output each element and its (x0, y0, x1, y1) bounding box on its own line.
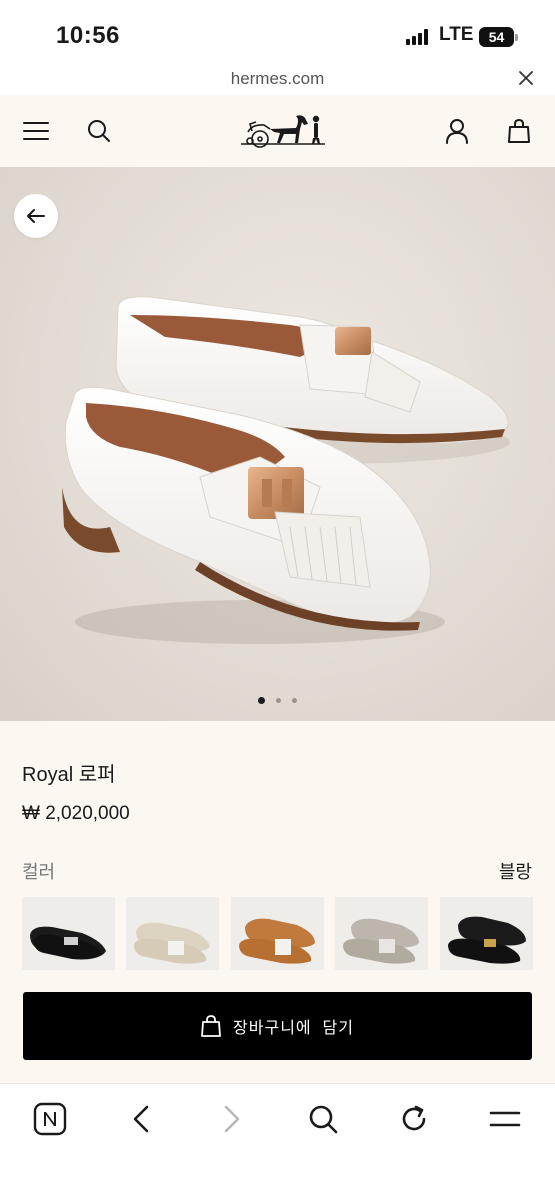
product-name: Royal 로퍼 (22, 764, 116, 786)
gallery-dot[interactable] (292, 698, 297, 703)
forward-chevron-icon[interactable] (212, 1099, 252, 1139)
battery-level: 54 (488, 29, 505, 45)
swatch-black-loafer[interactable] (22, 897, 115, 970)
network-label: LTE (439, 24, 474, 45)
status-bar: 10:56 LTE 54 (0, 0, 555, 62)
search-icon[interactable] (82, 114, 116, 148)
shopping-bag-icon (201, 1015, 221, 1037)
swatch-tan-loafer[interactable] (231, 897, 324, 970)
hamburger-menu-icon[interactable] (19, 114, 53, 148)
product-image-gallery[interactable] (0, 167, 555, 721)
add-to-cart-label: 장바구니에 담기 (233, 1020, 354, 1037)
hermes-carriage-logo[interactable] (238, 106, 328, 154)
search-icon[interactable] (303, 1099, 343, 1139)
add-to-cart-button[interactable]: 장바구니에 담기 (23, 992, 532, 1060)
browser-toolbar (0, 1083, 555, 1200)
user-icon[interactable] (440, 114, 474, 148)
status-time: 10:56 (56, 22, 120, 49)
gallery-dot[interactable] (276, 698, 281, 703)
swatch-grey-loafer[interactable] (335, 897, 428, 970)
refresh-icon[interactable] (394, 1099, 434, 1139)
selected-color: 블랑 (498, 862, 532, 882)
swatch-black-gold-loafer[interactable] (440, 897, 533, 970)
url-domain[interactable]: hermes.com (0, 69, 555, 89)
product-image (62, 296, 510, 644)
gallery-dot[interactable] (258, 697, 265, 704)
signal-strength-icon (406, 29, 430, 45)
gallery-pagination (0, 697, 555, 704)
naver-home-icon[interactable] (30, 1099, 70, 1139)
color-swatches (22, 897, 555, 970)
close-icon[interactable] (514, 66, 538, 90)
color-label: 컬러 (22, 862, 56, 882)
site-header (0, 95, 555, 167)
swatch-beige-loafer[interactable] (126, 897, 219, 970)
arrow-left-icon[interactable] (14, 194, 58, 238)
battery-icon: 54 (479, 27, 518, 47)
back-chevron-icon[interactable] (121, 1099, 161, 1139)
product-price: ₩ 2,020,000 (22, 803, 130, 824)
menu-icon[interactable] (485, 1099, 525, 1139)
shopping-bag-icon[interactable] (502, 114, 536, 148)
url-bar[interactable]: hermes.com (0, 62, 555, 95)
